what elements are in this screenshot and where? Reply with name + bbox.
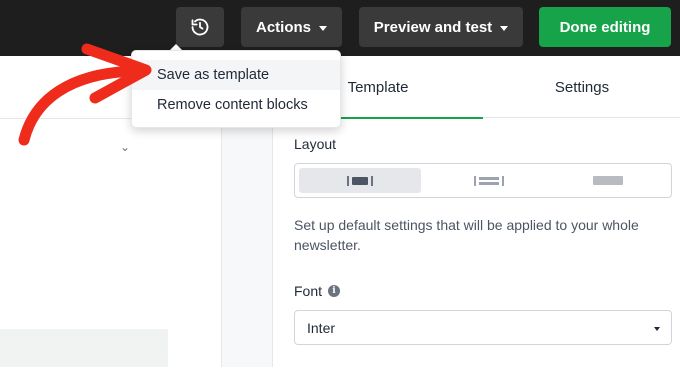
history-button[interactable] — [176, 7, 224, 47]
menu-item-label: Save as template — [157, 67, 270, 83]
font-select-value: Inter — [307, 319, 336, 336]
menu-item-label: Remove content blocks — [157, 97, 308, 113]
chevron-down-icon — [654, 327, 660, 331]
content-block-placeholder[interactable] — [0, 329, 168, 367]
tab-label: Settings — [554, 78, 610, 96]
layout-description: Set up default settings that will be app… — [294, 217, 639, 253]
layout-label: Layout — [294, 136, 337, 152]
tab-settings[interactable]: Settings — [483, 56, 680, 118]
menu-item-save-as-template[interactable]: Save as template — [132, 60, 340, 90]
chevron-down-icon — [500, 25, 509, 31]
done-button-label: Done editing — [559, 18, 651, 36]
font-label-row: Font i — [294, 283, 341, 299]
preview-button-label: Preview and test — [373, 18, 493, 36]
history-icon — [191, 18, 209, 36]
actions-button[interactable]: Actions — [241, 7, 342, 47]
chevron-down-icon — [319, 25, 327, 31]
preview-and-test-button[interactable]: Preview and test — [359, 7, 523, 47]
actions-dropdown-menu: Save as template Remove content blocks — [131, 50, 341, 128]
info-icon[interactable]: i — [328, 285, 341, 297]
layout-option-wide[interactable] — [547, 168, 669, 193]
done-editing-button[interactable]: Done editing — [539, 7, 671, 47]
layout-wide-icon — [593, 176, 623, 185]
layout-option-centered[interactable] — [299, 168, 421, 193]
font-select[interactable]: Inter — [294, 310, 672, 345]
layout-centered-icon — [345, 175, 375, 187]
font-label: Font — [294, 283, 323, 299]
layout-selector — [294, 163, 672, 198]
layout-option-full-width[interactable] — [428, 168, 550, 193]
chevron-down-icon[interactable]: ⌄ — [120, 140, 130, 154]
layout-full-width-icon — [474, 175, 504, 187]
top-toolbar: Actions Preview and test Done editing — [0, 0, 680, 56]
tab-label: Template — [347, 78, 409, 96]
menu-item-remove-content-blocks[interactable]: Remove content blocks — [132, 90, 340, 120]
actions-button-label: Actions — [255, 18, 311, 36]
